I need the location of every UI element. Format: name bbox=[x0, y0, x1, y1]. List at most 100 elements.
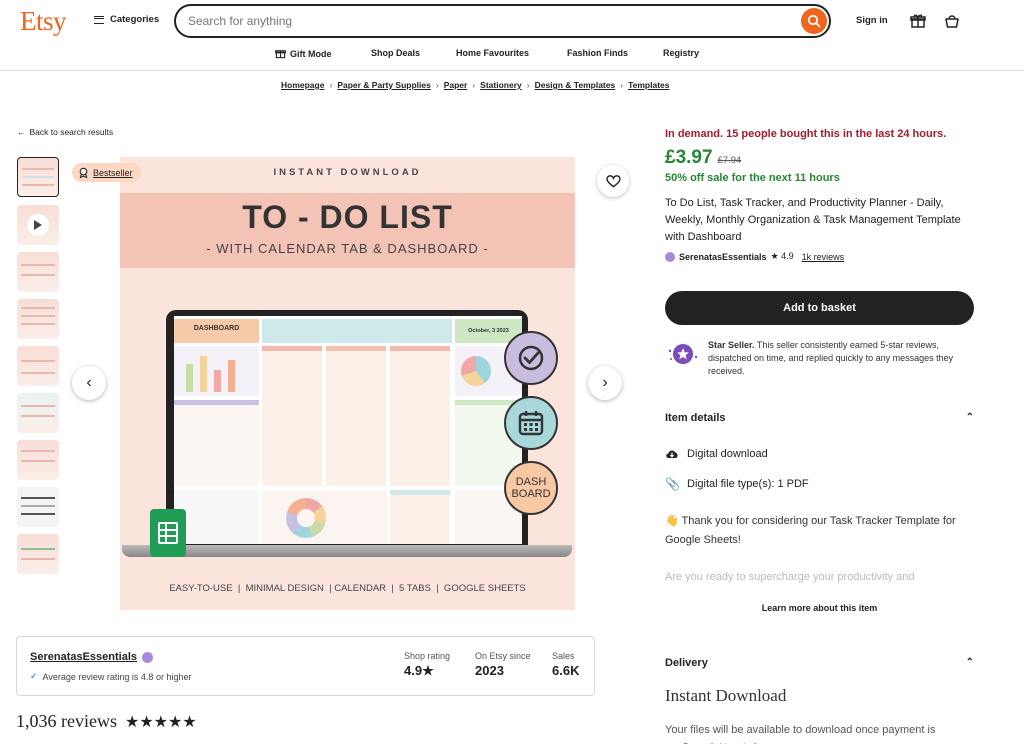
menu-icon bbox=[94, 15, 104, 24]
demand-notice: In demand. 15 people bought this in the … bbox=[665, 128, 947, 140]
screen-dashboard-label: DASHBOARD bbox=[174, 319, 259, 343]
breadcrumb-design-templates[interactable]: Design & Templates bbox=[535, 80, 616, 90]
next-image-button[interactable]: › bbox=[588, 366, 622, 400]
shop-name-link[interactable]: SerenatasEssentials bbox=[30, 651, 137, 663]
paperclip-icon: 📎 bbox=[665, 477, 680, 491]
file-type-row: 📎 Digital file type(s): 1 PDF bbox=[665, 477, 809, 491]
breadcrumb-templates[interactable]: Templates bbox=[628, 80, 669, 90]
subnav-home-favourites[interactable]: Home Favourites bbox=[456, 48, 529, 58]
delivery-text: Your files will be available to download… bbox=[665, 724, 936, 744]
chevron-right-icon: › bbox=[602, 374, 608, 391]
subnav-fashion-finds[interactable]: Fashion Finds bbox=[567, 48, 628, 58]
shop-rating-value: 4.9★ bbox=[404, 663, 434, 678]
breadcrumb: Homepage › Paper & Party Supplies › Paper ›… bbox=[281, 80, 669, 90]
chevron-right-icon: › bbox=[435, 80, 439, 90]
search-input[interactable] bbox=[188, 14, 788, 28]
subnav-gift-mode[interactable]: Gift Mode bbox=[275, 48, 332, 59]
on-etsy-since-value: 2023 bbox=[475, 663, 504, 678]
search-bar bbox=[174, 4, 831, 38]
play-icon bbox=[27, 214, 49, 236]
review-note: Average review rating is 4.8 or higher bbox=[42, 671, 192, 682]
chevron-right-icon: › bbox=[526, 80, 530, 90]
file-type-label: Digital file type(s): 1 PDF bbox=[687, 478, 809, 490]
chevron-left-icon: ‹ bbox=[86, 374, 92, 391]
thumbnail-3[interactable] bbox=[17, 252, 59, 292]
back-to-results-link[interactable]: ← Back to search results bbox=[17, 127, 113, 137]
shop-info-card: SerenatasEssentials ✓ Average review rat… bbox=[16, 636, 595, 696]
dash-label: DASH bbox=[515, 476, 547, 488]
thumbnail-6[interactable] bbox=[17, 393, 59, 433]
subnav-shop-deals[interactable]: Shop Deals bbox=[371, 48, 420, 58]
star-seller-icon bbox=[142, 651, 154, 663]
hero-subtitle: - WITH CALENDAR TAB & DASHBOARD - bbox=[206, 241, 489, 256]
breadcrumb-paper[interactable]: Paper bbox=[444, 80, 468, 90]
sale-notice: 50% off sale for the next 11 hours bbox=[665, 172, 840, 184]
screen-categories-panel bbox=[390, 490, 450, 544]
laptop-screen: DASHBOARD October, 3 2023 bbox=[174, 316, 522, 544]
sign-in-link[interactable]: Sign in bbox=[856, 15, 888, 26]
add-to-basket-button[interactable]: Add to basket bbox=[665, 291, 974, 325]
seller-name-link[interactable]: SerenatasEssentials bbox=[679, 252, 767, 262]
breadcrumb-paper-party[interactable]: Paper & Party Supplies bbox=[337, 80, 431, 90]
thumbnail-video[interactable] bbox=[17, 205, 59, 245]
breadcrumb-homepage[interactable]: Homepage bbox=[281, 80, 324, 90]
thumbnail-9[interactable] bbox=[17, 534, 59, 574]
screen-column-3 bbox=[390, 346, 450, 486]
screen-notes-panel bbox=[174, 490, 259, 544]
sales-stat: Sales 6.6K bbox=[552, 651, 579, 678]
bestseller-badge: Bestseller bbox=[72, 163, 141, 182]
chevron-right-icon: › bbox=[329, 80, 333, 90]
current-price: £3.97 bbox=[665, 147, 713, 168]
header-divider bbox=[0, 70, 1024, 71]
thumbnail-7[interactable] bbox=[17, 440, 59, 480]
cloud-download-icon bbox=[666, 450, 678, 458]
delivery-toggle[interactable]: Delivery ⌃ bbox=[665, 657, 974, 669]
product-title: To Do List, Task Tracker, and Productivi… bbox=[665, 197, 961, 243]
delivery-title: Instant Download bbox=[665, 686, 787, 705]
seller-rating: ★ 4.9 bbox=[770, 251, 794, 261]
star-seller-bold: Star Seller. bbox=[708, 340, 755, 350]
hero-footer: EASY-TO-USE | MINIMAL DESIGN | CALENDAR … bbox=[169, 583, 526, 594]
gift-icon[interactable] bbox=[909, 12, 927, 30]
screen-donut-panel bbox=[262, 490, 387, 544]
chevron-right-icon: › bbox=[472, 80, 476, 90]
search-button[interactable] bbox=[801, 8, 827, 34]
calendar-badge-icon bbox=[504, 396, 558, 450]
breadcrumb-stationery[interactable]: Stationery bbox=[480, 80, 522, 90]
sales-value: 6.6K bbox=[552, 663, 580, 678]
thumbnail-5[interactable] bbox=[17, 346, 59, 386]
sales-label: Sales bbox=[552, 651, 575, 661]
shop-rating-stat: Shop rating 4.9★ bbox=[404, 651, 450, 679]
price-block: £3.97 £7.94 bbox=[665, 147, 741, 169]
digital-download-row: Digital download bbox=[665, 448, 768, 460]
thumbnail-1[interactable] bbox=[17, 157, 59, 197]
shop-rating-label: Shop rating bbox=[404, 651, 451, 661]
learn-more-link[interactable]: Learn more about this item bbox=[665, 603, 974, 613]
reviews-link[interactable]: 1k reviews bbox=[802, 252, 845, 262]
thumbnail-4[interactable] bbox=[17, 299, 59, 339]
chevron-up-icon: ⌃ bbox=[965, 412, 974, 423]
previous-image-button[interactable]: ‹ bbox=[72, 366, 106, 400]
digital-download-label: Digital download bbox=[687, 448, 768, 460]
thumbnail-8[interactable] bbox=[17, 487, 59, 527]
seller-row: SerenatasEssentials ★ 4.9 1k reviews bbox=[665, 251, 844, 262]
star-seller-note: Star Seller. This seller consistently ea… bbox=[708, 339, 974, 378]
board-label: BOARD bbox=[511, 488, 551, 500]
chevron-up-icon: ⌃ bbox=[965, 657, 974, 668]
original-price: £7.94 bbox=[717, 155, 742, 166]
hero-title: TO - DO LIST bbox=[242, 199, 453, 235]
subnav-registry[interactable]: Registry bbox=[663, 48, 699, 58]
gift-icon bbox=[275, 50, 286, 59]
favorite-button[interactable] bbox=[597, 165, 629, 197]
basket-icon[interactable] bbox=[943, 12, 961, 30]
search-icon bbox=[807, 14, 821, 28]
item-description-faded: Are you ready to supercharge your produc… bbox=[665, 571, 915, 583]
categories-button[interactable]: Categories bbox=[94, 14, 159, 25]
screen-chart-panel bbox=[174, 346, 259, 396]
item-details-toggle[interactable]: Item details ⌃ bbox=[665, 412, 974, 424]
reviews-heading: 1,036 reviews ★★★★★ bbox=[16, 711, 197, 732]
etsy-logo[interactable]: Etsy bbox=[20, 6, 67, 37]
reviews-count: 1,036 reviews bbox=[16, 711, 117, 731]
dashboard-badge: DASH BOARD bbox=[504, 461, 558, 515]
arrow-left-icon: ← bbox=[17, 127, 26, 137]
